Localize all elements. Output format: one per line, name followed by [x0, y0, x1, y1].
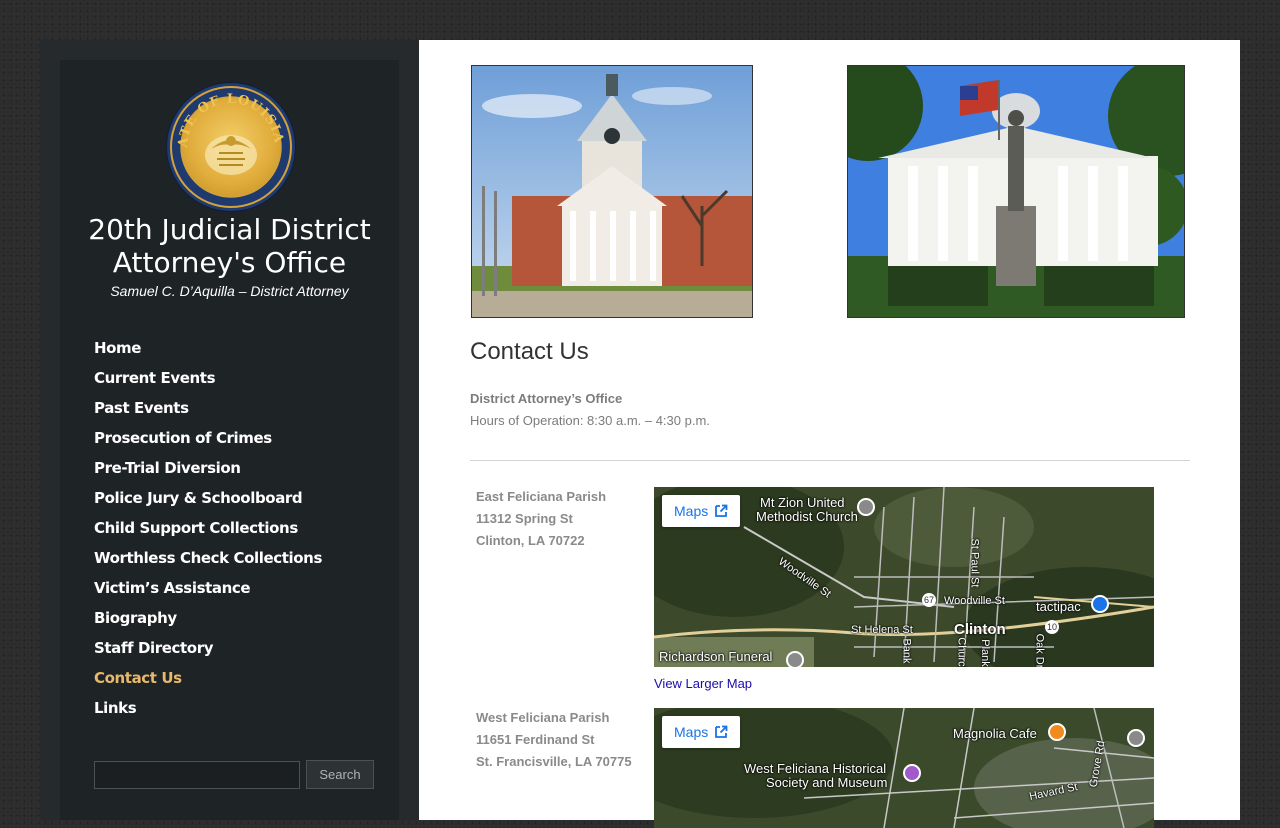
map-label-tactipac: tactipac [1036, 599, 1081, 614]
route-marker: 10 [1045, 620, 1059, 634]
main-content: Contact Us District Attorney’s Office Ho… [419, 40, 1240, 828]
office-hours: Hours of Operation: 8:30 a.m. – 4:30 p.m… [470, 413, 710, 428]
nav-item-staff-directory[interactable]: Staff Directory [94, 637, 322, 667]
address-parish: East Feliciana Parish [476, 489, 607, 504]
nav-item-contact-us[interactable]: Contact Us [94, 667, 322, 697]
nav-item-past-events[interactable]: Past Events [94, 397, 322, 427]
nav-item-victims-assistance[interactable]: Victim’s Assistance [94, 577, 322, 607]
state-seal-logo[interactable]: STATE OF LOUISIANA [167, 83, 295, 211]
site-title[interactable]: 20th Judicial District Attorney's Office [60, 213, 399, 279]
nav-item-current-events[interactable]: Current Events [94, 367, 322, 397]
map-label-plank: Plank [978, 639, 991, 667]
map-east-feliciana[interactable]: Maps Mt Zion United Methodist Church Woo… [654, 487, 1154, 667]
nav-item-home[interactable]: Home [94, 337, 322, 367]
route-marker: 67 [922, 593, 936, 607]
map-label-historical-society-line2: Society and Museum [766, 775, 888, 790]
sidebar: STATE OF LOUISIANA 20th Judicial Distric… [60, 60, 399, 820]
maps-open-button[interactable]: Maps [662, 716, 740, 748]
address-west-feliciana: West Feliciana Parish 11651 Ferdinand St… [476, 707, 632, 773]
seal-graphic: STATE OF LOUISIANA [167, 83, 292, 208]
map-label-clinton: Clinton [954, 621, 1006, 638]
sidebar-outer: STATE OF LOUISIANA 20th Judicial Distric… [40, 40, 419, 820]
restaurant-pin-icon[interactable] [1048, 723, 1066, 741]
lock-pin-icon[interactable] [1091, 595, 1109, 613]
maps-button-label: Maps [674, 724, 709, 740]
map-label-st-paul-st: St Paul St [968, 538, 981, 588]
view-larger-map-link[interactable]: View Larger Map [654, 676, 752, 691]
search-input[interactable] [94, 761, 300, 789]
nav-item-police-jury-schoolboard[interactable]: Police Jury & Schoolboard [94, 487, 322, 517]
site-title-line1: 20th Judicial District [88, 213, 371, 246]
courthouse-photo-west [847, 65, 1185, 318]
map-label-richardson-funeral: Richardson Funeral [659, 649, 773, 664]
office-name: District Attorney’s Office [470, 391, 623, 406]
nav-item-worthless-check-collections[interactable]: Worthless Check Collections [94, 547, 322, 577]
map-label-magnolia-cafe: Magnolia Cafe [953, 726, 1037, 741]
page-frame: STATE OF LOUISIANA 20th Judicial Distric… [40, 40, 1240, 828]
maps-button-label: Maps [674, 503, 709, 519]
map-label-church-line2: Methodist Church [756, 509, 858, 524]
nav-item-prosecution-of-crimes[interactable]: Prosecution of Crimes [94, 427, 322, 457]
map-label-oak-dr: Oak Dr [1033, 633, 1046, 667]
museum-pin-icon[interactable] [903, 764, 921, 782]
map-label-church-line1: Mt Zion United [760, 495, 845, 510]
nav-item-pre-trial-diversion[interactable]: Pre-Trial Diversion [94, 457, 322, 487]
funeral-home-pin-icon[interactable] [786, 651, 804, 667]
map-label-woodville-st-2: Woodville St [944, 595, 1005, 607]
address-parish: West Feliciana Parish [476, 710, 610, 725]
nav-item-child-support-collections[interactable]: Child Support Collections [94, 517, 322, 547]
address-east-feliciana: East Feliciana Parish 11312 Spring St Cl… [476, 486, 606, 552]
main-nav: Home Current Events Past Events Prosecut… [94, 337, 322, 727]
map-label-st-helena-st: St Helena St [851, 624, 913, 636]
external-link-icon [715, 725, 728, 738]
site-title-line2: Attorney's Office [112, 246, 347, 279]
page-title: Contact Us [470, 338, 589, 365]
map-label-church: Church [955, 637, 968, 667]
address-city: St. Francisville, LA 70775 [476, 754, 632, 769]
map-label-historical-society-line1: West Feliciana Historical [744, 761, 887, 776]
nav-item-biography[interactable]: Biography [94, 607, 322, 637]
map-label-bank: Bank [900, 638, 913, 664]
external-link-icon [715, 504, 728, 517]
nav-item-links[interactable]: Links [94, 697, 322, 727]
divider [470, 460, 1190, 461]
address-street: 11651 Ferdinand St [476, 732, 595, 747]
courthouse-photo-east [471, 65, 753, 318]
address-city: Clinton, LA 70722 [476, 533, 585, 548]
site-subtitle: Samuel C. D’Aquilla – District Attorney [110, 283, 349, 299]
maps-open-button[interactable]: Maps [662, 495, 740, 527]
church-pin-icon[interactable] [857, 498, 875, 516]
place-pin-icon[interactable] [1127, 729, 1145, 747]
address-street: 11312 Spring St [476, 511, 573, 526]
search-button[interactable]: Search [306, 760, 374, 789]
map-west-feliciana[interactable]: Maps Magnolia Cafe West Feliciana Histor… [654, 708, 1154, 828]
